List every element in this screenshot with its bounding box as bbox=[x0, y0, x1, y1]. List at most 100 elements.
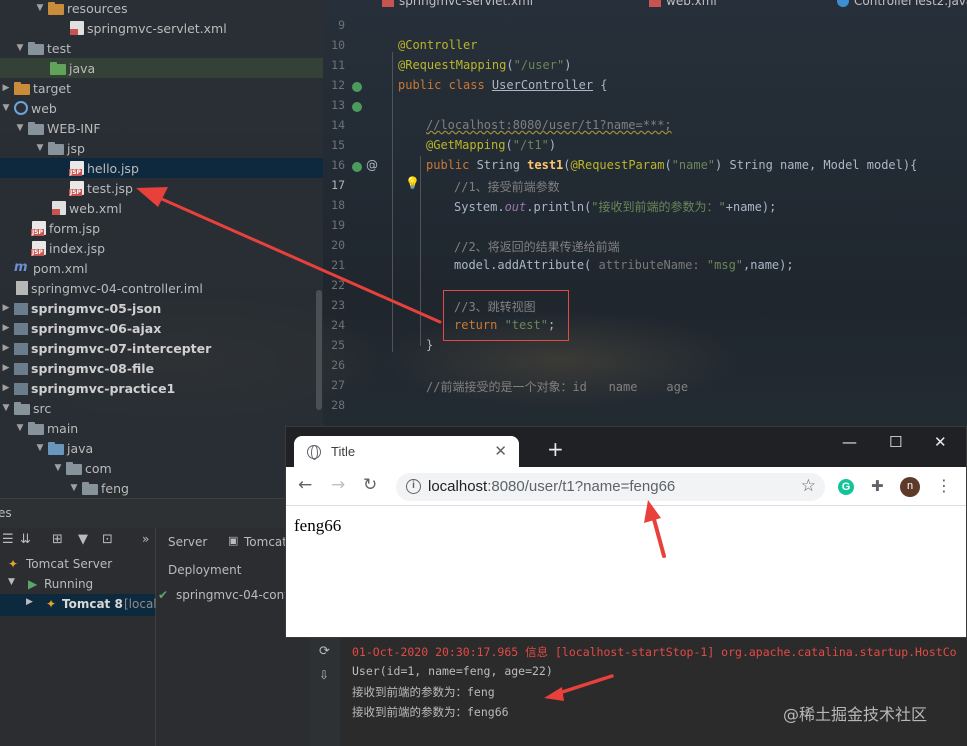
tab-springmvc-servlet-xml[interactable]: springmvc-servlet.xml bbox=[382, 0, 533, 8]
code-line-16: public String test1(@RequestParam("name"… bbox=[426, 158, 918, 172]
tree-item-module-json[interactable]: ▶ springmvc-05-json bbox=[0, 298, 323, 318]
refresh-icon[interactable]: ⟳ bbox=[319, 644, 330, 659]
collapse-arrow-icon[interactable]: ▶ bbox=[0, 303, 12, 313]
address-bar[interactable]: i localhost:8080/user/t1?name=feng66 ☆ bbox=[396, 473, 825, 501]
expand-arrow-icon[interactable]: ▼ bbox=[68, 483, 80, 493]
tree-item-module-practice1[interactable]: ▶ springmvc-practice1 bbox=[0, 378, 323, 398]
tree-item-resources[interactable]: ▼ resources bbox=[0, 0, 323, 18]
expand-arrow-icon[interactable]: ▼ bbox=[14, 43, 26, 53]
line-number: 16 bbox=[331, 158, 345, 172]
close-tab-icon[interactable]: ✕ bbox=[494, 442, 507, 460]
extensions-puzzle-icon[interactable]: ✚ bbox=[871, 477, 884, 495]
tree-scrollbar[interactable] bbox=[316, 290, 322, 410]
new-tab-button[interactable]: + bbox=[547, 439, 564, 459]
lightbulb-icon[interactable]: 💡 bbox=[405, 176, 420, 190]
spring-bean-icon[interactable] bbox=[352, 102, 362, 112]
filter-icon[interactable]: ▼ bbox=[78, 532, 88, 547]
tree-item-test-java[interactable]: java bbox=[0, 58, 323, 78]
layout-icon[interactable]: ⊡ bbox=[102, 532, 113, 547]
tree-item-target[interactable]: ▶ target bbox=[0, 78, 323, 98]
expand-arrow-icon[interactable]: ▼ bbox=[52, 463, 64, 473]
line-number: 17 bbox=[331, 178, 345, 192]
code-line-17: //1、接受前端参数 bbox=[454, 180, 560, 194]
tomcat-instance-node[interactable]: Tomcat 8 bbox=[62, 597, 123, 611]
tree-item-jsp-folder[interactable]: ▼ jsp bbox=[0, 138, 323, 158]
panel-divider[interactable] bbox=[155, 528, 156, 746]
grammarly-extension-icon[interactable]: G bbox=[838, 479, 854, 495]
tab-web-xml[interactable]: web.xml bbox=[649, 0, 717, 8]
tree-item-web-inf[interactable]: ▼ WEB-INF bbox=[0, 118, 323, 138]
bookmark-star-icon[interactable]: ☆ bbox=[801, 476, 816, 496]
url-text: localhost:8080/user/t1?name=feng66 bbox=[428, 478, 676, 495]
tree-item-pom-xml[interactable]: m pom.xml bbox=[0, 258, 323, 278]
tree-item-hello-jsp[interactable]: hello.jsp bbox=[0, 158, 323, 178]
package-icon bbox=[66, 461, 82, 475]
tree-item-form-jsp[interactable]: form.jsp bbox=[0, 218, 323, 238]
collapse-arrow-icon[interactable]: ▶ bbox=[0, 323, 12, 333]
maximize-icon[interactable]: ☐ bbox=[889, 433, 902, 451]
tree-item-module-ajax[interactable]: ▶ springmvc-06-ajax bbox=[0, 318, 323, 338]
line-number: 19 bbox=[331, 218, 345, 232]
deployment-label: Deployment bbox=[168, 563, 242, 577]
expand-arrow-icon[interactable]: ▼ bbox=[34, 443, 46, 453]
tree-item-index-jsp[interactable]: index.jsp bbox=[0, 238, 323, 258]
web-folder-icon bbox=[14, 101, 28, 115]
group-icon[interactable]: ⊞ bbox=[52, 532, 63, 547]
tree-item-feng[interactable]: ▼ feng bbox=[0, 478, 323, 498]
package-icon bbox=[82, 481, 98, 495]
expand-arrow-icon[interactable]: ▼ bbox=[14, 423, 26, 433]
deployment-artifact[interactable]: springmvc-04-cont bbox=[176, 588, 289, 602]
back-icon[interactable]: ← bbox=[298, 475, 312, 495]
tree-item-src[interactable]: ▼ src bbox=[0, 398, 323, 418]
expand-all-icon[interactable]: ☰ bbox=[2, 532, 14, 547]
collapse-arrow-icon[interactable]: ▶ bbox=[0, 83, 12, 93]
more-tabs-icon[interactable]: » bbox=[142, 532, 149, 546]
spring-bean-icon[interactable] bbox=[352, 82, 362, 92]
collapse-all-icon[interactable]: ⇊ bbox=[20, 532, 31, 547]
tab-server[interactable]: Server bbox=[168, 535, 207, 549]
running-node[interactable]: Running bbox=[44, 577, 93, 591]
test-folder-icon bbox=[50, 61, 66, 75]
collapse-arrow-icon[interactable]: ▶ bbox=[26, 597, 33, 607]
expand-arrow-icon[interactable]: ▼ bbox=[0, 103, 12, 113]
collapse-arrow-icon[interactable]: ▶ bbox=[0, 343, 12, 353]
tree-item-main[interactable]: ▼ main bbox=[0, 418, 323, 438]
menu-kebab-icon[interactable]: ⋮ bbox=[936, 476, 952, 495]
collapse-arrow-icon[interactable]: ▶ bbox=[0, 383, 12, 393]
globe-icon bbox=[307, 445, 321, 460]
tab-tomcat[interactable]: Tomcat bbox=[244, 535, 287, 549]
forward-icon[interactable]: → bbox=[331, 475, 345, 495]
tree-item-web-xml[interactable]: web.xml bbox=[0, 198, 323, 218]
tree-item-main-java[interactable]: ▼ java bbox=[0, 438, 323, 458]
tree-item-test[interactable]: ▼ test bbox=[0, 38, 323, 58]
expand-arrow-icon[interactable]: ▼ bbox=[34, 143, 46, 153]
expand-arrow-icon[interactable]: ▼ bbox=[14, 123, 26, 133]
tree-item-springmvc-servlet-xml[interactable]: springmvc-servlet.xml bbox=[0, 18, 323, 38]
minimize-icon[interactable]: — bbox=[842, 433, 857, 451]
tomcat-icon: ✦ bbox=[8, 557, 19, 571]
profile-avatar[interactable]: n bbox=[900, 477, 920, 497]
tomcat-server-node[interactable]: Tomcat Server bbox=[26, 557, 112, 571]
close-window-icon[interactable]: ✕ bbox=[934, 433, 947, 451]
tree-item-iml[interactable]: springmvc-04-controller.iml bbox=[0, 278, 323, 298]
tree-item-module-file[interactable]: ▶ springmvc-08-file bbox=[0, 358, 323, 378]
tree-item-com[interactable]: ▼ com bbox=[0, 458, 323, 478]
spring-bean-icon[interactable] bbox=[352, 162, 362, 172]
info-icon[interactable]: i bbox=[406, 479, 421, 494]
expand-arrow-icon[interactable]: ▼ bbox=[8, 577, 15, 587]
download-icon[interactable]: ⇩ bbox=[319, 668, 329, 682]
tab-controllertest2-java[interactable]: ControllerTest2.java bbox=[837, 0, 967, 8]
collapse-arrow-icon[interactable]: ▶ bbox=[0, 363, 12, 373]
tree-item-test-jsp[interactable]: test.jsp bbox=[0, 178, 323, 198]
line-number: 22 bbox=[331, 278, 345, 292]
folder-icon bbox=[14, 81, 30, 95]
console-line: 接收到前端的参数为：feng66 bbox=[352, 705, 509, 719]
expand-arrow-icon[interactable]: ▼ bbox=[0, 403, 12, 413]
instance-suffix: [local bbox=[124, 597, 157, 611]
expand-arrow-icon[interactable]: ▼ bbox=[34, 3, 46, 13]
tree-item-web[interactable]: ▼ web bbox=[0, 98, 323, 118]
reload-icon[interactable]: ↻ bbox=[363, 475, 377, 495]
at-sign-icon[interactable]: @ bbox=[366, 158, 378, 172]
tree-item-module-intercepter[interactable]: ▶ springmvc-07-intercepter bbox=[0, 338, 323, 358]
browser-tab[interactable]: Title ✕ bbox=[294, 436, 519, 467]
